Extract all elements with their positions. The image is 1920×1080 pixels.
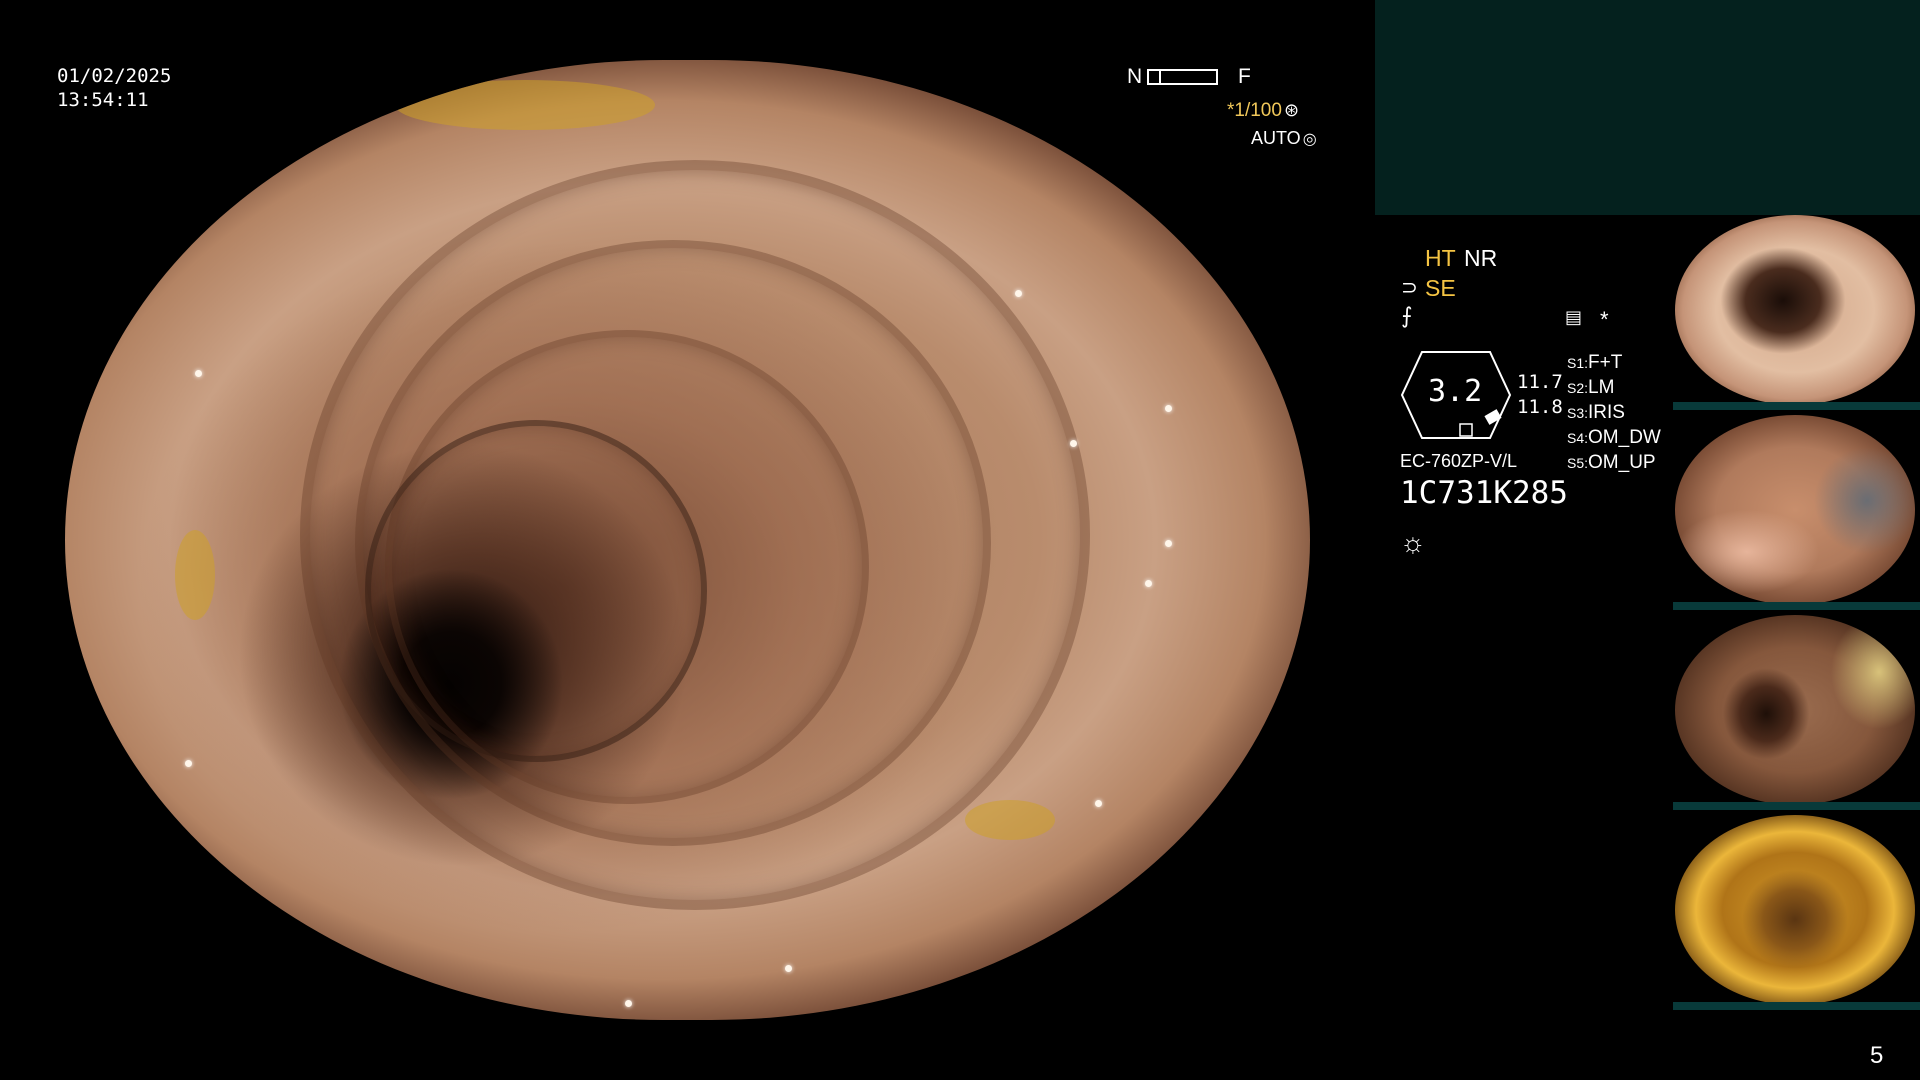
near-label: N xyxy=(1127,65,1143,88)
bile-residue xyxy=(175,530,215,620)
switch-value: LM xyxy=(1588,377,1615,398)
light-reflection xyxy=(195,370,202,377)
thumbnail-bar xyxy=(1673,602,1920,610)
switch-value: F+T xyxy=(1588,352,1623,373)
value-a: 11.7 xyxy=(1517,371,1563,393)
far-label: F xyxy=(1238,65,1251,88)
value-b: 11.8 xyxy=(1517,396,1563,418)
light-reflection xyxy=(1095,800,1102,807)
enhancement-icon: ⊃ xyxy=(1401,277,1418,299)
switch-key: S3 xyxy=(1567,405,1585,421)
iris-mode-text: AUTO xyxy=(1251,128,1301,148)
focus-marker xyxy=(1159,69,1161,85)
switch-row: S1:F+T xyxy=(1567,352,1623,373)
bile-residue xyxy=(395,80,655,130)
focus-scale xyxy=(1147,69,1218,85)
capture-thumbnail-1[interactable] xyxy=(1673,215,1920,410)
capture-thumbnail-2[interactable] xyxy=(1673,415,1920,610)
status-panel: HT NR ⊃ SE ⨍ ▤ * 3.2 11.7 11.8 S1:F+T S2… xyxy=(1375,215,1675,575)
switch-key: S2 xyxy=(1567,380,1585,396)
capture-thumbnail-3[interactable] xyxy=(1673,615,1920,810)
switch-key: S4 xyxy=(1567,430,1585,446)
switch-key: S1 xyxy=(1567,355,1585,371)
light-icon: ☼ xyxy=(1400,527,1426,558)
ht-label: HT xyxy=(1425,245,1456,271)
switch-key: S5 xyxy=(1567,455,1585,471)
teal-info-block xyxy=(1375,0,1920,215)
iris-mode: AUTO ◎ xyxy=(1251,128,1317,149)
light-reflection xyxy=(995,80,1002,87)
light-reflection xyxy=(785,965,792,972)
scope-model: EC-760ZP-V/L xyxy=(1400,451,1518,471)
thumbnail-bar xyxy=(1673,402,1920,410)
zoom-value: 3.2 xyxy=(1428,374,1483,409)
switch-value: OM_DW xyxy=(1588,427,1661,448)
switch-value: OM_UP xyxy=(1588,452,1656,473)
iris-icon: ◎ xyxy=(1302,131,1317,148)
se-label: SE xyxy=(1425,275,1456,301)
light-reflection xyxy=(1165,405,1172,412)
endoscope-live-view xyxy=(65,60,1310,1020)
thumbnail-image xyxy=(1675,415,1915,605)
thumbnail-image xyxy=(1675,215,1915,405)
thumbnail-image xyxy=(1675,815,1915,1005)
light-reflection xyxy=(305,72,312,79)
switch-row: S5:OM_UP xyxy=(1567,452,1656,473)
mucosal-fold xyxy=(365,420,707,762)
record-icon: ▤ xyxy=(1565,307,1583,327)
switch-row: S2:LM xyxy=(1567,377,1615,398)
light-reflection xyxy=(185,760,192,767)
nr-label: NR xyxy=(1464,245,1498,271)
time-text: 13:54:11 xyxy=(57,89,149,111)
switch-row: S3:IRIS xyxy=(1567,402,1625,423)
endoscopy-screen: 01/02/2025 13:54:11 N F *1/100 ⊛ AUTO ◎ HT… xyxy=(0,0,1920,1080)
light-reflection xyxy=(1015,290,1022,297)
shutter-text: *1/100 xyxy=(1227,100,1282,121)
capture-thumbnail-4[interactable] xyxy=(1673,815,1920,1010)
date-text: 01/02/2025 xyxy=(57,65,172,87)
asterisk-indicator: * xyxy=(1600,307,1609,332)
shutter-speed: *1/100 ⊛ xyxy=(1227,100,1299,122)
zoom-gauge: 3.2 xyxy=(1400,350,1512,439)
date-time: 01/02/2025 13:54:11 xyxy=(57,64,171,112)
light-reflection xyxy=(1145,580,1152,587)
bile-residue xyxy=(965,800,1055,840)
light-reflection xyxy=(1070,440,1077,447)
thumbnail-bar xyxy=(1673,1002,1920,1010)
thumbnail-bar xyxy=(1673,802,1920,810)
function-icon: ⨍ xyxy=(1401,303,1413,328)
light-reflection xyxy=(1165,540,1172,547)
thumbnail-image xyxy=(1675,615,1915,805)
switch-value: IRIS xyxy=(1588,402,1625,423)
switch-row: S4:OM_DW xyxy=(1567,427,1661,448)
shutter-icon: ⊛ xyxy=(1283,100,1300,120)
page-number: 5 xyxy=(1870,1042,1884,1069)
light-reflection xyxy=(625,1000,632,1007)
scope-serial: 1C731K285 xyxy=(1400,475,1568,511)
